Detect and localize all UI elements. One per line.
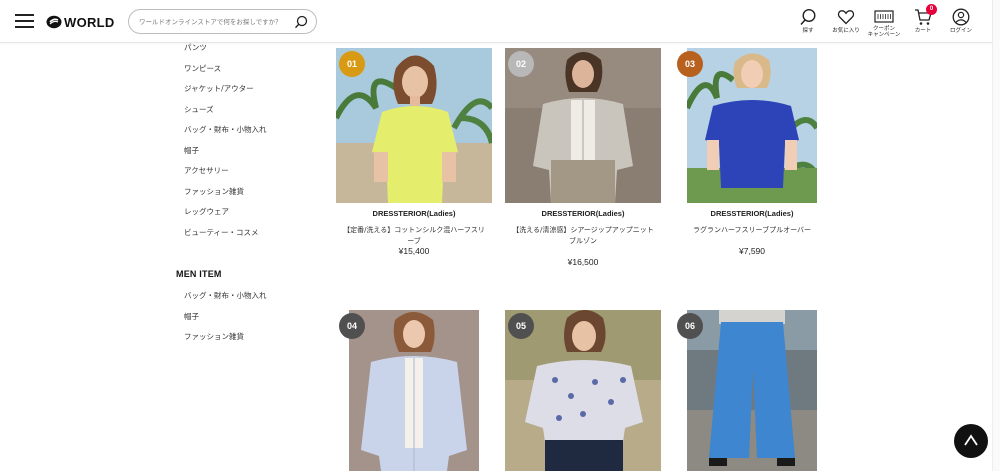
cart-button[interactable]: 0 カート — [903, 4, 943, 34]
product-price: ¥16,500 — [567, 257, 599, 267]
favorites-label: お気に入り — [832, 28, 860, 34]
sidebar-item-legwear[interactable]: レッグウェア — [176, 202, 316, 223]
product-card[interactable]: 03 DRESSTERIOR(Ladies) ラグランハーフスリーブプルオーバー… — [674, 48, 830, 268]
search-icon — [800, 8, 816, 25]
product-name: 【洗える/清涼感】シアージップアップニットブルゾン — [512, 226, 654, 245]
chevron-up-icon — [964, 434, 978, 446]
product-brand: DRESSTERIOR(Ladies) — [541, 209, 625, 218]
rank-badge: 05 — [508, 313, 534, 339]
back-to-top-button[interactable] — [954, 424, 988, 458]
product-brand: DRESSTERIOR(Ladies) — [372, 209, 456, 218]
sidebar-item-jacket-outer[interactable]: ジャケット/アウター — [176, 79, 316, 100]
product-price: ¥15,400 — [398, 246, 430, 256]
coupon-icon — [874, 10, 894, 23]
cart-count-badge: 0 — [926, 4, 937, 15]
product-price: ¥7,590 — [739, 246, 765, 256]
menu-icon[interactable] — [15, 14, 34, 29]
rank-badge: 04 — [339, 313, 365, 339]
product-image[interactable] — [349, 310, 479, 471]
search-label: 探す — [802, 28, 814, 34]
product-image[interactable] — [687, 48, 817, 203]
sidebar-item-fashion-goods[interactable]: ファッション雑貨 — [176, 182, 316, 203]
search-box — [128, 9, 317, 34]
logo-text: WORLD — [64, 14, 115, 30]
product-card[interactable]: 02 DRESSTERIOR(Ladies) 【洗える/清涼感】シアージップアッ… — [505, 48, 661, 268]
rank-badge: 02 — [508, 51, 534, 77]
site-header: WORLD 探す お気に入り クーポン キャンペーン — [0, 0, 992, 43]
rank-badge: 03 — [677, 51, 703, 77]
sidebar-item-men-bags[interactable]: バッグ・財布・小物入れ — [176, 286, 316, 307]
sidebar-item-onepiece[interactable]: ワンピース — [176, 59, 316, 80]
world-logo-mark-icon — [46, 15, 62, 29]
heart-icon — [837, 10, 855, 25]
sidebar-item-men-hats[interactable]: 帽子 — [176, 307, 316, 328]
sidebar-item-shoes[interactable]: シューズ — [176, 100, 316, 121]
scrollbar-track[interactable] — [992, 0, 1000, 471]
product-name: 【定番/洗える】コットンシルク混ハーフスリーブ — [343, 226, 485, 245]
product-brand: DRESSTERIOR(Ladies) — [710, 209, 794, 218]
product-card[interactable]: 06 — [674, 310, 830, 471]
product-image[interactable] — [687, 310, 817, 471]
user-icon — [952, 8, 970, 26]
sidebar-item-bags[interactable]: バッグ・財布・小物入れ — [176, 120, 316, 141]
favorites-button[interactable]: お気に入り — [826, 8, 866, 34]
world-logo[interactable]: WORLD — [46, 13, 115, 31]
product-card[interactable]: 05 — [505, 310, 661, 471]
header-search-button[interactable]: 探す — [788, 8, 828, 34]
sidebar-item-beauty[interactable]: ビューティー・コスメ — [176, 223, 316, 244]
coupon-button[interactable]: クーポン キャンペーン — [864, 8, 904, 38]
product-name: ラグランハーフスリーブプルオーバー — [692, 226, 812, 234]
sidebar-item-men-fashion-goods[interactable]: ファッション雑貨 — [176, 327, 316, 348]
rank-badge: 01 — [339, 51, 365, 77]
rank-badge: 06 — [677, 313, 703, 339]
sidebar-item-hats[interactable]: 帽子 — [176, 141, 316, 162]
cart-label: カート — [914, 28, 932, 34]
category-sidebar: パンツ ワンピース ジャケット/アウター シューズ バッグ・財布・小物入れ 帽子… — [176, 38, 316, 348]
product-card[interactable]: 01 DRESSTERIOR(Ladies) 【定番/洗える】コットンシルク混ハ… — [336, 48, 492, 268]
search-input[interactable] — [139, 14, 294, 30]
search-submit-icon[interactable] — [294, 15, 308, 29]
coupon-label: クーポン キャンペーン — [867, 26, 901, 38]
login-button[interactable]: ログイン — [941, 8, 981, 34]
product-card[interactable]: 04 — [336, 310, 492, 471]
men-item-heading: MEN ITEM — [176, 269, 222, 279]
sidebar-item-accessories[interactable]: アクセサリー — [176, 161, 316, 182]
login-label: ログイン — [949, 28, 972, 34]
